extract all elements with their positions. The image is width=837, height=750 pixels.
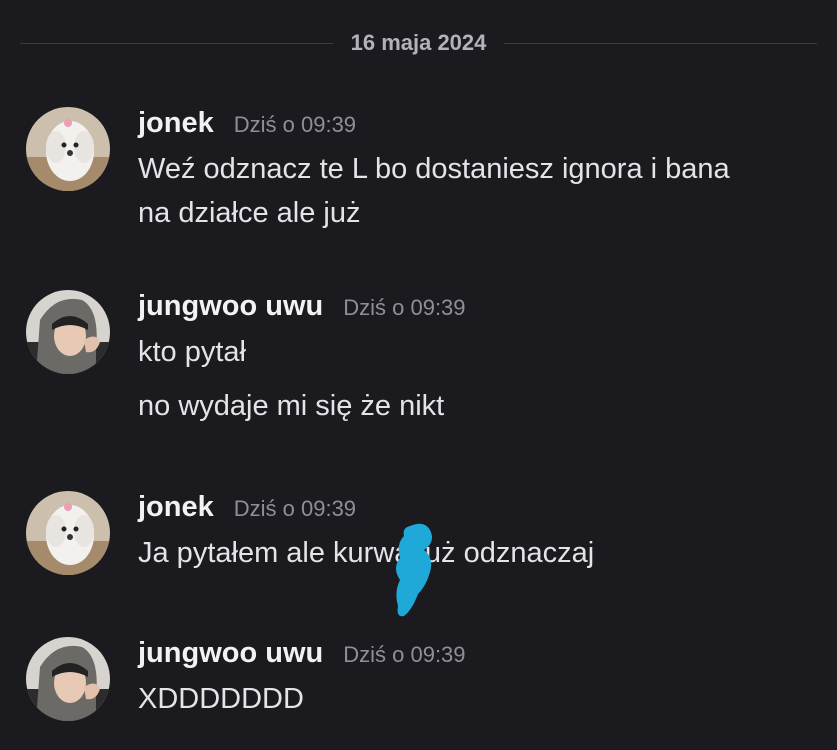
scribble-censor-mark <box>396 523 432 617</box>
message-text: XDDDDDDD <box>138 683 304 715</box>
person-avatar[interactable] <box>26 637 110 721</box>
username[interactable]: jungwoo uwu <box>138 637 323 670</box>
divider-line-left <box>20 42 333 44</box>
divider-line-right <box>504 42 817 44</box>
person-avatar[interactable] <box>26 290 110 374</box>
timestamp: Dziś o 09:39 <box>343 642 466 667</box>
message-text: na działce ale już <box>138 197 361 229</box>
timestamp: Dziś o 09:39 <box>233 112 357 137</box>
date-divider: 16 maja 2024 <box>20 28 817 58</box>
username[interactable]: jonek <box>138 107 214 140</box>
message-text: no wydaje mi się że nikt <box>138 390 445 422</box>
timestamp: Dziś o 09:39 <box>343 295 466 320</box>
timestamp: Dziś o 09:39 <box>233 496 357 521</box>
username[interactable]: jungwoo uwu <box>138 290 323 323</box>
username[interactable]: jonek <box>138 491 214 524</box>
message-text: Weź odznacz te L bo dostaniesz ignora i … <box>138 153 730 185</box>
date-label: 16 maja 2024 <box>350 30 487 55</box>
dog-avatar[interactable] <box>26 107 110 191</box>
message-text: kto pytał <box>138 336 246 368</box>
dog-avatar[interactable] <box>26 491 110 575</box>
message-text: Ja pytałem ale kurwa już odznaczaj <box>138 537 595 569</box>
